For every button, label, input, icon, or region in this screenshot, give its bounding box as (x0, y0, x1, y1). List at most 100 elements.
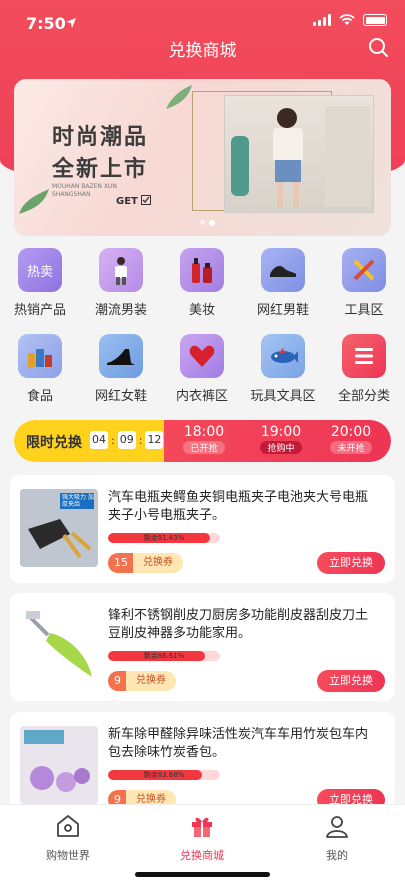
leaf-decoration-icon (19, 189, 49, 214)
status-icons (313, 14, 387, 26)
tab-label: 购物世界 (46, 849, 90, 862)
category-tools[interactable]: 工具区 (324, 248, 404, 318)
status-time: 7:50 (26, 14, 66, 33)
leaf-decoration-icon (166, 85, 192, 109)
banner-title-line1: 时尚潮品 (52, 125, 149, 150)
category-mens-fashion[interactable]: 潮流男装 (81, 248, 161, 318)
model-illustration (231, 106, 370, 208)
category-label: 美妆 (188, 303, 215, 318)
hot-sale-icon: 热卖 (18, 248, 62, 292)
slot-status: 抢购中 (260, 441, 302, 454)
flash-sale-bar: 18:00 已开抢 19:00 抢购中 20:00 未开抢 限时兑换 04 : … (14, 420, 391, 462)
points-label: 兑换券 (126, 671, 176, 691)
category-label: 潮流男装 (94, 303, 147, 318)
redeem-button[interactable]: 立即兑换 (317, 552, 385, 574)
time-slot[interactable]: 20:00 未开抢 (321, 424, 381, 454)
wifi-icon (339, 14, 355, 25)
countdown-timer: 04 : 09 : 12 (90, 431, 164, 449)
tab-exchange-mall[interactable]: 兑换商城 (152, 813, 252, 863)
product-title: 汽车电瓶夹鳄鱼夹铜电瓶夹子电池夹大号电瓶夹子小号电瓶夹子。 (108, 490, 369, 523)
stock-progress: 剩余83.68% (108, 770, 220, 780)
timer-seconds: 12 (145, 431, 164, 449)
points-value: 9 (108, 671, 126, 691)
time-slot-active[interactable]: 19:00 抢购中 (251, 424, 311, 454)
points-value: 15 (108, 553, 133, 573)
home-indicator (135, 872, 270, 877)
flash-sale-slots: 18:00 已开抢 19:00 抢购中 20:00 未开抢 (154, 420, 391, 462)
product-card[interactable]: 锋利不锈钢削皮刀厨房多功能削皮器刮皮刀土豆削皮神器多功能家用。 剩余86.61%… (10, 593, 395, 701)
mens-shoes-icon (261, 248, 305, 292)
banner-dot-active[interactable] (209, 220, 215, 226)
category-label: 工具区 (344, 303, 384, 318)
category-all[interactable]: 全部分类 (324, 334, 404, 404)
category-label: 内衣裤区 (175, 389, 228, 404)
underwear-icon (180, 334, 224, 378)
banner-title-line2: 全新上市 (52, 157, 149, 182)
banner-model-photo (224, 95, 374, 213)
tab-label: 我的 (326, 849, 348, 862)
stock-progress-label: 剩余91.43% (143, 534, 185, 542)
category-label: 玩具文具区 (250, 389, 316, 404)
user-icon (326, 816, 348, 838)
gift-icon (192, 817, 212, 837)
page-title: 兑换商城 (168, 41, 237, 61)
toys-icon (261, 334, 305, 378)
product-title: 新车除甲醛除异味活性炭汽车车用竹炭包车内包去除味竹炭香包。 (108, 727, 369, 760)
category-mens-shoes[interactable]: 网红男鞋 (243, 248, 323, 318)
stock-progress-label: 剩余83.68% (143, 771, 185, 779)
points-badge: 15 兑换券 (108, 553, 183, 573)
points-badge: 9 兑换券 (108, 671, 176, 691)
food-icon (18, 334, 62, 378)
slot-time: 18:00 (183, 424, 225, 440)
tab-label: 兑换商城 (180, 849, 224, 862)
product-title: 锋利不锈钢削皮刀厨房多功能削皮器刮皮刀土豆削皮神器多功能家用。 (108, 608, 369, 641)
category-food[interactable]: 食品 (0, 334, 80, 404)
category-label: 全部分类 (337, 389, 390, 404)
category-cosmetics[interactable]: 美妆 (162, 248, 242, 318)
location-arrow-icon (66, 18, 76, 28)
tools-icon (342, 248, 386, 292)
category-label: 网红女鞋 (94, 389, 147, 404)
flash-sale-title: 限时兑换 (26, 435, 82, 451)
signal-icon (313, 14, 331, 26)
banner-dot[interactable] (200, 220, 205, 225)
promo-banner[interactable]: 时尚潮品 全新上市 MOUHAN BAZEN XUN SHANGSHAN GET (14, 79, 391, 236)
category-womens-shoes[interactable]: 网红女鞋 (81, 334, 161, 404)
tab-shopping-world[interactable]: 购物世界 (18, 813, 118, 863)
womens-shoes-icon (99, 334, 143, 378)
category-toys[interactable]: 玩具文具区 (243, 334, 323, 404)
product-image (20, 607, 98, 685)
banner-pagination (200, 220, 215, 226)
slot-time: 20:00 (330, 424, 372, 440)
stock-progress-label: 剩余86.61% (143, 652, 185, 660)
stock-progress: 剩余91.43% (108, 533, 220, 543)
stock-progress: 剩余86.61% (108, 651, 220, 661)
flash-sale-header: 限时兑换 04 : 09 : 12 (14, 420, 164, 462)
product-image (20, 726, 98, 804)
mens-fashion-icon (99, 248, 143, 292)
product-card[interactable]: 强大吸力 加厚夹齿 汽车电瓶夹鳄鱼夹铜电瓶夹子电池夹大号电瓶夹子小号电瓶夹子。 … (10, 475, 395, 583)
points-label: 兑换券 (133, 553, 183, 573)
category-label: 食品 (26, 389, 53, 404)
category-underwear[interactable]: 内衣裤区 (162, 334, 242, 404)
cosmetics-icon (180, 248, 224, 292)
timer-hours: 04 (90, 431, 108, 449)
search-icon[interactable] (367, 36, 389, 58)
category-label: 热销产品 (13, 303, 66, 318)
slot-status: 已开抢 (183, 441, 225, 454)
redeem-button[interactable]: 立即兑换 (317, 670, 385, 692)
banner-cta: GET (116, 195, 152, 207)
tab-mine[interactable]: 我的 (287, 813, 387, 863)
category-hot-sale[interactable]: 热卖 热销产品 (0, 248, 80, 318)
product-image-caption: 强大吸力 加厚夹齿 (62, 494, 94, 508)
time-slot[interactable]: 18:00 已开抢 (174, 424, 234, 454)
slot-status: 未开抢 (330, 441, 372, 454)
checkbox-icon (141, 195, 152, 205)
banner-cta-label: GET (116, 196, 138, 207)
battery-icon (363, 14, 387, 26)
all-categories-icon (342, 334, 386, 378)
home-icon (57, 815, 79, 837)
product-image: 强大吸力 加厚夹齿 (20, 489, 98, 567)
category-label: 网红男鞋 (256, 303, 309, 318)
slot-time: 19:00 (260, 424, 302, 440)
